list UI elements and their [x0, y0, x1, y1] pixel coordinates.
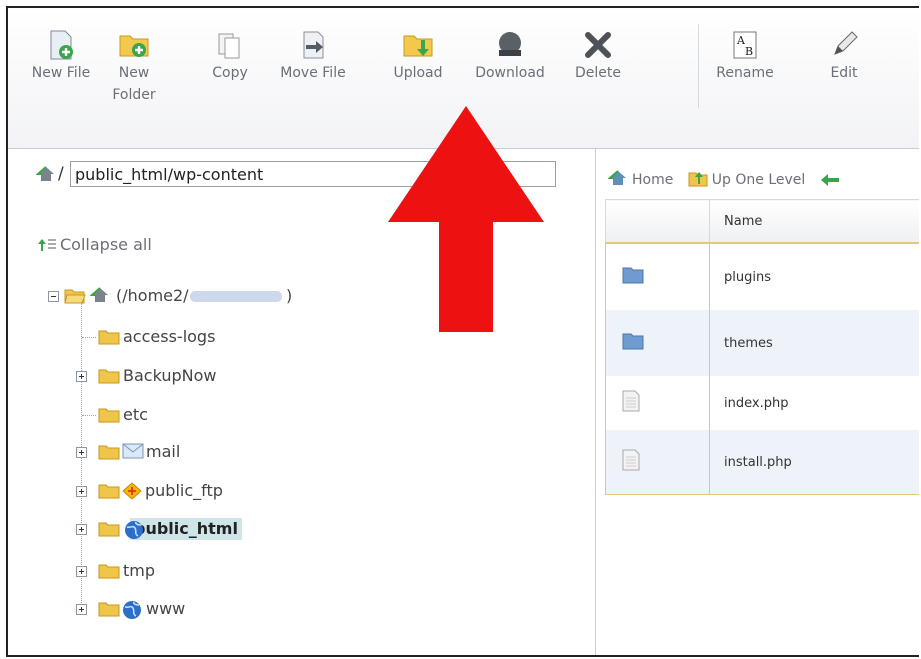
ftp-icon — [122, 482, 142, 500]
globe-icon — [125, 521, 143, 539]
toolbar-separator — [698, 24, 699, 108]
file-list-pane: Home Up One Level Name plugins themes in… — [595, 149, 919, 655]
tree-item-backupnow[interactable]: BackupNow — [48, 365, 348, 389]
table-row[interactable]: themes — [605, 310, 919, 376]
document-icon — [622, 390, 640, 412]
tree-item-etc[interactable]: etc — [48, 404, 348, 428]
file-name: themes — [709, 310, 919, 376]
tree-root-label: (/home2/ — [116, 286, 189, 305]
home-link[interactable]: Home — [607, 170, 673, 188]
table-row[interactable]: install.php — [605, 430, 919, 495]
folder-icon — [98, 330, 120, 345]
file-manager-window: New File New Folder Copy Move File Uploa… — [6, 6, 919, 657]
file-name: install.php — [709, 430, 919, 495]
download-button[interactable]: Download — [470, 28, 550, 84]
new-file-button[interactable]: New File — [21, 28, 101, 84]
move-file-button[interactable]: Move File — [273, 28, 353, 84]
folder-icon — [98, 445, 120, 460]
folder-icon — [98, 484, 120, 499]
new-folder-button[interactable]: New Folder — [94, 28, 174, 106]
folder-icon — [98, 522, 120, 537]
folder-icon — [98, 564, 120, 579]
icon-column-header — [605, 199, 710, 244]
tree-expand-toggle[interactable] — [76, 486, 87, 497]
move-file-icon — [303, 31, 324, 59]
home-icon — [36, 166, 54, 181]
back-arrow-icon — [820, 174, 839, 186]
tree-item-tmp[interactable]: tmp — [48, 560, 348, 584]
home-icon — [90, 287, 108, 302]
table-header-row: Name — [605, 199, 919, 244]
globe-icon — [123, 601, 141, 619]
tree-item-public-ftp[interactable]: public_ftp — [48, 480, 348, 504]
name-column-header[interactable]: Name — [709, 199, 919, 244]
tree-expand-toggle[interactable] — [76, 604, 87, 615]
navigation-bar: Home Up One Level — [607, 169, 854, 188]
back-link[interactable] — [820, 172, 844, 188]
collapse-all-button[interactable]: Collapse all — [38, 235, 152, 254]
tree-item-public-html[interactable]: public_html — [48, 518, 348, 542]
up-folder-icon — [688, 172, 708, 187]
selected-folder-label: public_html — [130, 518, 242, 540]
tree-expand-toggle[interactable] — [76, 566, 87, 577]
document-icon — [622, 449, 640, 471]
copy-button[interactable]: Copy — [190, 28, 270, 84]
delete-button[interactable]: Delete — [558, 28, 638, 84]
up-one-level-link[interactable]: Up One Level — [688, 172, 805, 188]
tree-item-mail[interactable]: mail — [48, 441, 348, 465]
upload-icon — [403, 35, 433, 57]
file-table: Name plugins themes index.php install.ph… — [605, 199, 919, 495]
edit-button[interactable]: Edit — [804, 28, 884, 84]
folder-icon — [98, 369, 120, 384]
tree-item-www[interactable]: www — [48, 598, 348, 622]
mail-icon — [122, 443, 144, 459]
table-row[interactable]: index.php — [605, 376, 919, 430]
collapse-all-icon — [38, 239, 56, 251]
new-file-icon — [50, 30, 73, 60]
tree-expand-toggle[interactable] — [76, 524, 87, 535]
edit-icon — [834, 31, 858, 55]
download-icon — [499, 32, 521, 56]
tree-collapse-toggle[interactable] — [48, 291, 59, 302]
upload-button[interactable]: Upload — [378, 28, 458, 84]
folder-icon — [622, 267, 644, 284]
home-icon — [607, 170, 626, 185]
open-folder-icon — [64, 289, 86, 304]
rename-icon: A B — [733, 31, 757, 59]
file-name: plugins — [709, 243, 919, 310]
folder-icon — [98, 408, 120, 423]
path-separator: / — [58, 164, 64, 184]
tree-expand-toggle[interactable] — [76, 371, 87, 382]
copy-icon — [218, 33, 240, 59]
file-name: index.php — [709, 376, 919, 430]
collapse-all-label: Collapse all — [60, 235, 152, 254]
folder-icon — [622, 333, 644, 350]
table-row[interactable]: plugins — [605, 243, 919, 310]
tree-expand-toggle[interactable] — [76, 447, 87, 458]
red-annotation-arrow — [388, 106, 544, 332]
blurred-username — [190, 291, 282, 302]
rename-button[interactable]: A B Rename — [705, 28, 785, 84]
svg-text:B: B — [745, 45, 753, 58]
new-folder-icon — [119, 35, 149, 57]
tree-item-access-logs[interactable]: access-logs — [48, 326, 348, 350]
folder-icon — [98, 602, 120, 617]
delete-icon — [585, 32, 611, 58]
